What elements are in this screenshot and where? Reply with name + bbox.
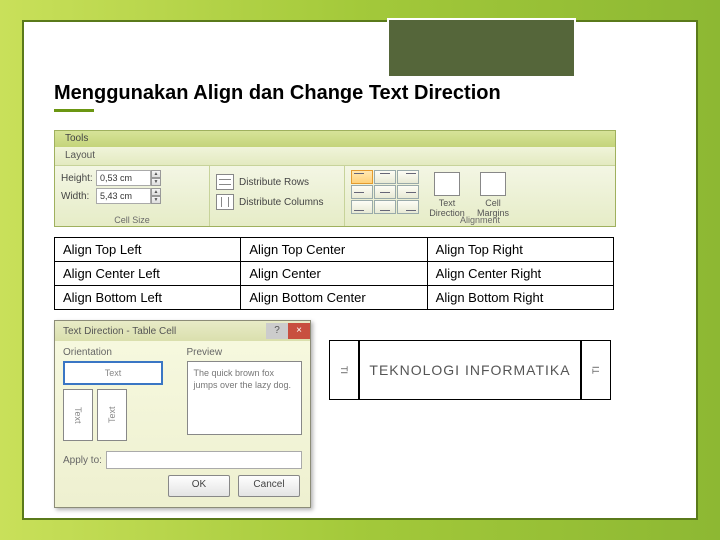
align-bottom-left-button[interactable] xyxy=(351,200,373,214)
align-center-left-button[interactable] xyxy=(351,185,373,199)
align-bottom-center-button[interactable] xyxy=(374,200,396,214)
align-cell-label: Align Bottom Right xyxy=(427,286,613,310)
align-cell-label: Align Top Left xyxy=(55,238,241,262)
distribute-group: Distribute Rows Distribute Columns xyxy=(210,166,345,226)
ok-button[interactable]: OK xyxy=(168,475,230,497)
align-cell-label: Align Center Left xyxy=(55,262,241,286)
align-top-center-button[interactable] xyxy=(374,170,396,184)
orientation-vertical-2[interactable]: Text xyxy=(97,389,127,441)
width-input[interactable]: 5,43 cm xyxy=(96,188,151,204)
table-row: Align Bottom Left Align Bottom Center Al… xyxy=(55,286,614,310)
orientation-section: Orientation Text Text Text xyxy=(63,347,179,441)
distribute-cols-icon xyxy=(216,194,234,210)
distribute-cols-label: Distribute Columns xyxy=(239,197,323,208)
height-label: Height: xyxy=(61,173,96,184)
example-vertical-1: TI xyxy=(329,340,359,400)
slide: Menggunakan Align dan Change Text Direct… xyxy=(0,0,720,540)
align-cell-label: Align Top Center xyxy=(241,238,427,262)
align-top-right-button[interactable] xyxy=(397,170,419,184)
align-center-button[interactable] xyxy=(374,185,396,199)
ribbon-body: Height: 0,53 cm ▲▼ Width: 5,43 cm ▲▼ Cel… xyxy=(55,165,615,226)
distribute-rows-label: Distribute Rows xyxy=(239,177,309,188)
page-title: Menggunakan Align dan Change Text Direct… xyxy=(54,82,666,112)
align-table: Align Top Left Align Top Center Align To… xyxy=(54,237,614,310)
orientation-vertical-1[interactable]: Text xyxy=(63,389,93,441)
text-direction-dialog: Text Direction - Table Cell ? × Orientat… xyxy=(54,320,311,508)
ribbon-context-tab: Tools xyxy=(55,131,615,147)
preview-label: Preview xyxy=(187,347,303,358)
cell-margins-icon xyxy=(480,172,506,196)
orientation-label: Orientation xyxy=(63,347,179,358)
title-text: Menggunakan Align dan Change Text Direct… xyxy=(54,82,501,104)
preview-section: Preview The quick brown fox jumps over t… xyxy=(187,347,303,441)
distribute-rows-button[interactable]: Distribute Rows xyxy=(216,174,338,190)
alignment-label: Alignment xyxy=(345,215,615,225)
apply-label: Apply to: xyxy=(63,455,102,466)
apply-row: Apply to: xyxy=(55,447,310,469)
preview-text: The quick brown fox jumps over the lazy … xyxy=(187,361,303,435)
text-direction-icon xyxy=(434,172,460,196)
distribute-rows-icon xyxy=(216,174,234,190)
direction-examples: TI TEKNOLOGI INFORMATIKA TI xyxy=(329,340,611,400)
cell-size-label: Cell Size xyxy=(55,215,209,225)
orientation-horizontal[interactable]: Text xyxy=(63,361,163,385)
width-spinner[interactable]: ▲▼ xyxy=(151,188,161,204)
dialog-title-text: Text Direction - Table Cell xyxy=(63,326,176,337)
table-row: Align Top Left Align Top Center Align To… xyxy=(55,238,614,262)
align-top-left-button[interactable] xyxy=(351,170,373,184)
align-cell-label: Align Bottom Left xyxy=(55,286,241,310)
title-underline xyxy=(54,109,94,112)
align-bottom-right-button[interactable] xyxy=(397,200,419,214)
bottom-row: Text Direction - Table Cell ? × Orientat… xyxy=(54,320,666,508)
cancel-button[interactable]: Cancel xyxy=(238,475,300,497)
title-decor-rect xyxy=(387,18,576,78)
table-row: Align Center Left Align Center Align Cen… xyxy=(55,262,614,286)
height-input[interactable]: 0,53 cm xyxy=(96,170,151,186)
content-area: Menggunakan Align dan Change Text Direct… xyxy=(54,82,666,508)
align-center-right-button[interactable] xyxy=(397,185,419,199)
dialog-close-button[interactable]: × xyxy=(288,323,310,339)
dialog-help-button[interactable]: ? xyxy=(266,323,288,339)
example-vertical-2: TI xyxy=(581,340,611,400)
ribbon: Tools Layout Height: 0,53 cm ▲▼ Width: 5… xyxy=(54,130,616,227)
alignment-group: Text Direction Cell Margins Alignment xyxy=(345,166,615,226)
apply-to-select[interactable] xyxy=(106,451,302,469)
slide-border: Menggunakan Align dan Change Text Direct… xyxy=(22,20,698,520)
cell-size-group: Height: 0,53 cm ▲▼ Width: 5,43 cm ▲▼ Cel… xyxy=(55,166,210,226)
align-cell-label: Align Center xyxy=(241,262,427,286)
align-cell-label: Align Top Right xyxy=(427,238,613,262)
ribbon-tab-layout[interactable]: Layout xyxy=(55,147,615,165)
align-cell-label: Align Center Right xyxy=(427,262,613,286)
dialog-titlebar: Text Direction - Table Cell ? × xyxy=(55,321,310,341)
align-cell-label: Align Bottom Center xyxy=(241,286,427,310)
width-label: Width: xyxy=(61,191,96,202)
distribute-cols-button[interactable]: Distribute Columns xyxy=(216,194,338,210)
height-spinner[interactable]: ▲▼ xyxy=(151,170,161,186)
example-horizontal: TEKNOLOGI INFORMATIKA xyxy=(359,340,581,400)
